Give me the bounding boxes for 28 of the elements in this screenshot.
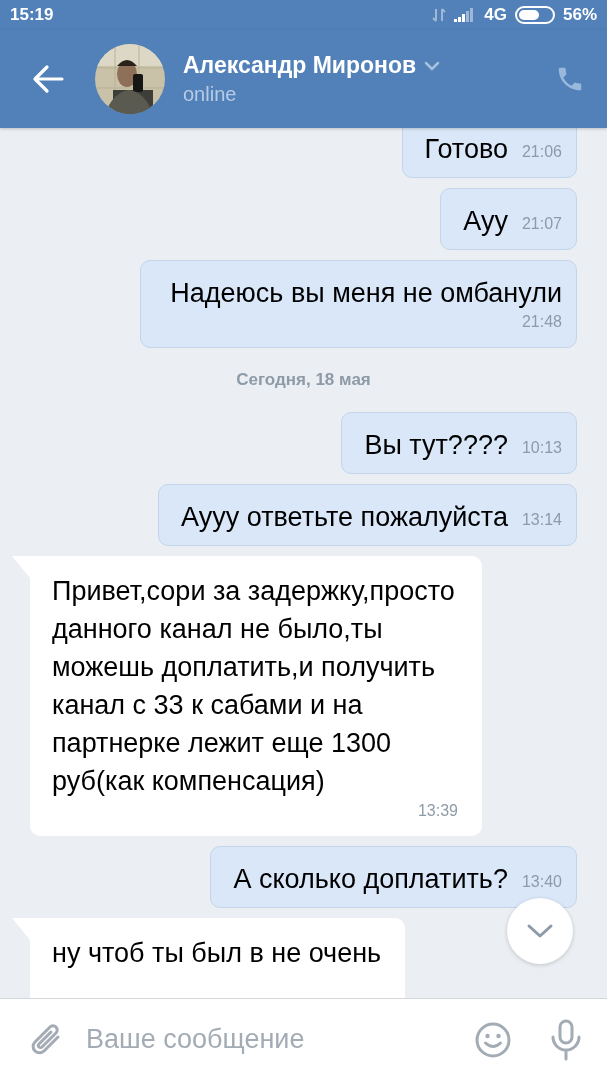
message-time: 13:40 (521, 872, 562, 892)
message-text: Готово (424, 133, 508, 166)
date-separator: Сегодня, 18 мая (236, 370, 371, 390)
message-time: 10:13 (521, 438, 562, 458)
network-label: 4G (484, 5, 507, 25)
battery-percent: 56% (562, 5, 597, 25)
status-time: 15:19 (10, 5, 54, 25)
contact-name[interactable]: Александр Миронов (183, 52, 417, 79)
battery-icon (514, 6, 555, 24)
scroll-down-button[interactable] (507, 898, 573, 964)
message-text: Аууу ответьте пожалуйста (181, 501, 508, 534)
message-time: 13:14 (521, 510, 562, 530)
message-time: 21:06 (521, 142, 562, 162)
message-text: Вы тут???? (364, 429, 508, 462)
message-time: 13:39 (417, 801, 458, 821)
message-text: ну чтоб ты был в не очень (52, 937, 382, 970)
message-time: 21:07 (521, 214, 562, 234)
message-text: Привет,сори за задержку,просто данного канал не было,ты можешь доплатить,и получить канал с 33 к сабами и на партнерке лежит еще 1300 руб(как компенсация) (52, 575, 456, 798)
message-time: 21:48 (521, 312, 562, 332)
message-text: Ауу (463, 205, 508, 238)
chevron-down-icon (526, 923, 554, 939)
online-status: online (183, 83, 237, 106)
microphone-icon[interactable] (549, 1018, 583, 1061)
smiley-icon[interactable] (475, 1021, 511, 1058)
message-text: А сколько доплатить? (233, 863, 508, 896)
chevron-down-icon[interactable] (424, 60, 441, 71)
data-arrows-icon (432, 7, 447, 23)
message-text: Надеюсь вы меня не омбанули (170, 277, 562, 310)
